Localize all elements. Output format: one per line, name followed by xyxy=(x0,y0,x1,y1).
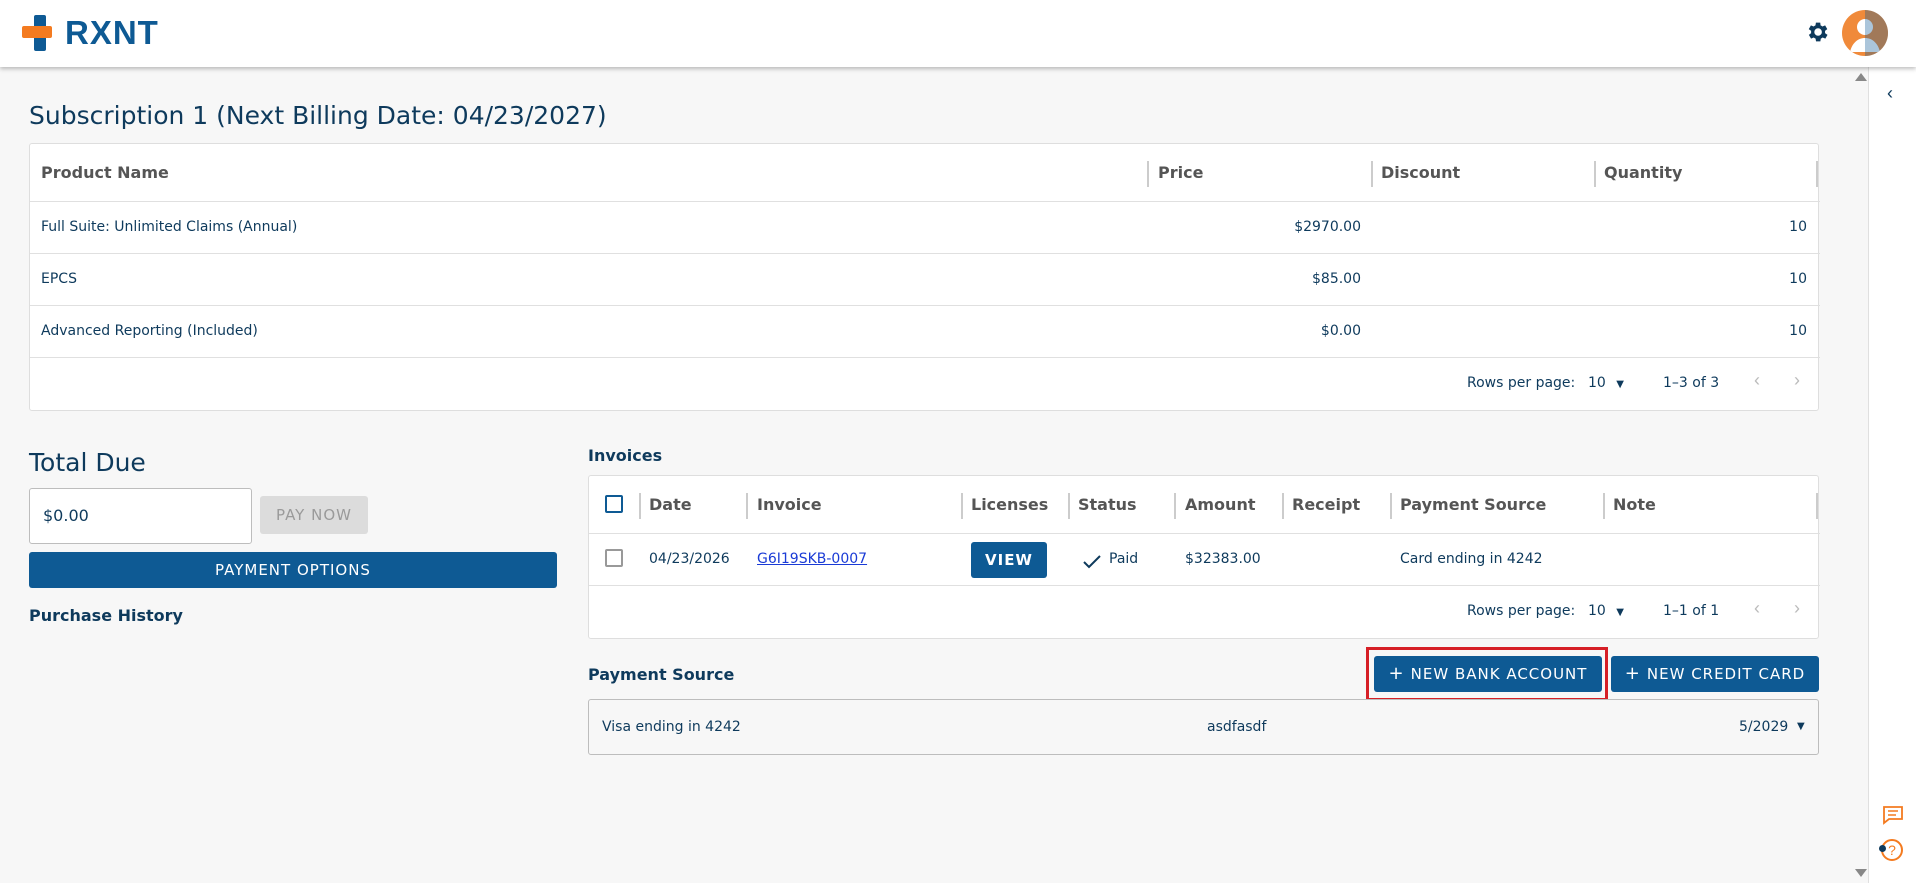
column-header-receipt[interactable]: Receipt xyxy=(1292,495,1360,514)
product-quantity: 10 xyxy=(1789,323,1807,339)
pagination-range: 1–3 of 3 xyxy=(1663,375,1720,391)
row-divider xyxy=(30,357,1820,358)
collapse-chevron-left-icon[interactable]: ‹ xyxy=(1887,83,1893,104)
product-price: $85.00 xyxy=(1312,271,1361,287)
new-credit-card-label: NEW CREDIT CARD xyxy=(1646,665,1806,683)
column-separator xyxy=(1816,493,1818,519)
column-separator xyxy=(961,493,963,519)
column-header-discount[interactable]: Discount xyxy=(1381,163,1460,182)
rows-per-page-value: 10 xyxy=(1588,603,1606,619)
payment-source-heading: Payment Source xyxy=(588,665,735,684)
column-separator xyxy=(746,493,748,519)
column-header-quantity[interactable]: Quantity xyxy=(1604,163,1682,182)
scrollbar[interactable] xyxy=(1852,67,1868,883)
pay-now-button[interactable]: PAY NOW xyxy=(260,496,368,534)
top-bar: RXNT xyxy=(0,0,1916,67)
row-divider xyxy=(30,305,1820,306)
new-credit-card-button[interactable]: + NEW CREDIT CARD xyxy=(1611,656,1819,692)
user-avatar[interactable] xyxy=(1842,10,1888,56)
invoices-table: Date Invoice Licenses Status Amount Rece… xyxy=(588,475,1820,639)
invoice-status: Paid xyxy=(1109,551,1139,567)
column-separator xyxy=(1603,493,1605,519)
column-separator xyxy=(639,493,641,519)
rxnt-cross-icon xyxy=(22,15,59,51)
total-due-heading: Total Due xyxy=(29,448,146,477)
invoices-heading: Invoices xyxy=(588,446,663,465)
row-divider xyxy=(30,201,1820,202)
invoice-amount: $32383.00 xyxy=(1185,551,1261,567)
card-label: Visa ending in 4242 xyxy=(602,719,741,735)
dropdown-arrow-icon: ▼ xyxy=(1616,607,1624,618)
dropdown-arrow-icon: ▼ xyxy=(1797,721,1805,732)
card-holder-name: asdfasdf xyxy=(1207,719,1267,735)
row-divider xyxy=(589,533,1820,534)
user-silhouette-icon xyxy=(1850,10,1888,56)
product-name: Full Suite: Unlimited Claims (Annual) xyxy=(41,219,298,235)
highlight-box xyxy=(1366,647,1608,701)
right-rail: ‹ ? xyxy=(1868,67,1916,883)
column-separator xyxy=(1174,493,1176,519)
rows-per-page-select[interactable]: 10 ▼ xyxy=(1588,375,1624,391)
column-header-note[interactable]: Note xyxy=(1613,495,1656,514)
row-divider xyxy=(589,585,1820,586)
column-separator xyxy=(1390,493,1392,519)
invoice-payment-source: Card ending in 4242 xyxy=(1400,551,1543,567)
plus-icon: + xyxy=(1624,663,1641,684)
select-all-checkbox[interactable] xyxy=(605,495,623,513)
settings-gear-icon[interactable] xyxy=(1804,19,1830,45)
invoice-date: 04/23/2026 xyxy=(649,551,730,567)
product-price: $0.00 xyxy=(1320,323,1361,339)
column-separator xyxy=(1816,161,1818,187)
card-expiry: 5/2029 xyxy=(1739,719,1789,735)
rows-per-page-value: 10 xyxy=(1588,375,1606,391)
column-separator xyxy=(1068,493,1070,519)
payment-source-card-select[interactable]: Visa ending in 4242 asdfasdf 5/2029 ▼ xyxy=(588,699,1819,755)
chat-icon[interactable] xyxy=(1882,805,1904,825)
notification-dot xyxy=(1879,845,1886,852)
row-divider xyxy=(30,253,1820,254)
scroll-up-arrow-icon[interactable] xyxy=(1855,73,1867,81)
product-price: $2970.00 xyxy=(1294,219,1361,235)
column-separator xyxy=(1147,161,1149,187)
total-due-amount-field[interactable]: $0.00 xyxy=(29,488,252,544)
rows-per-page-label: Rows per page: xyxy=(1467,375,1576,391)
purchase-history-link[interactable]: Purchase History xyxy=(29,606,183,625)
pagination-range: 1–1 of 1 xyxy=(1663,603,1720,619)
column-header-status[interactable]: Status xyxy=(1078,495,1137,514)
product-quantity: 10 xyxy=(1789,219,1807,235)
column-separator xyxy=(1371,161,1373,187)
checkmark-icon xyxy=(1083,555,1101,569)
column-separator xyxy=(1282,493,1284,519)
next-page-icon[interactable]: › xyxy=(1794,370,1800,391)
rows-per-page-select[interactable]: 10 ▼ xyxy=(1588,603,1624,619)
subscription-title: Subscription 1 (Next Billing Date: 04/23… xyxy=(29,101,607,130)
scroll-down-arrow-icon[interactable] xyxy=(1855,869,1867,877)
view-licenses-button[interactable]: VIEW xyxy=(971,542,1047,578)
column-header-payment-source[interactable]: Payment Source xyxy=(1400,495,1546,514)
next-page-icon[interactable]: › xyxy=(1794,598,1800,619)
column-header-invoice[interactable]: Invoice xyxy=(757,495,822,514)
product-name: EPCS xyxy=(41,271,77,287)
column-header-licenses[interactable]: Licenses xyxy=(971,495,1048,514)
previous-page-icon[interactable]: ‹ xyxy=(1754,598,1760,619)
column-header-product-name[interactable]: Product Name xyxy=(41,163,169,182)
logo-text: RXNT xyxy=(65,14,159,51)
column-header-amount[interactable]: Amount xyxy=(1185,495,1255,514)
payment-options-button[interactable]: PAYMENT OPTIONS xyxy=(29,552,557,588)
products-table: Product Name Price Discount Quantity Ful… xyxy=(29,143,1820,411)
dropdown-arrow-icon: ▼ xyxy=(1616,379,1624,390)
column-header-date[interactable]: Date xyxy=(649,495,692,514)
product-quantity: 10 xyxy=(1789,271,1807,287)
previous-page-icon[interactable]: ‹ xyxy=(1754,370,1760,391)
invoice-link[interactable]: G6I19SKB-0007 xyxy=(757,551,867,567)
rows-per-page-label: Rows per page: xyxy=(1467,603,1576,619)
row-checkbox[interactable] xyxy=(605,549,623,567)
column-header-price[interactable]: Price xyxy=(1158,163,1203,182)
rxnt-logo[interactable]: RXNT xyxy=(22,14,159,51)
column-separator xyxy=(1594,161,1596,187)
product-name: Advanced Reporting (Included) xyxy=(41,323,258,339)
